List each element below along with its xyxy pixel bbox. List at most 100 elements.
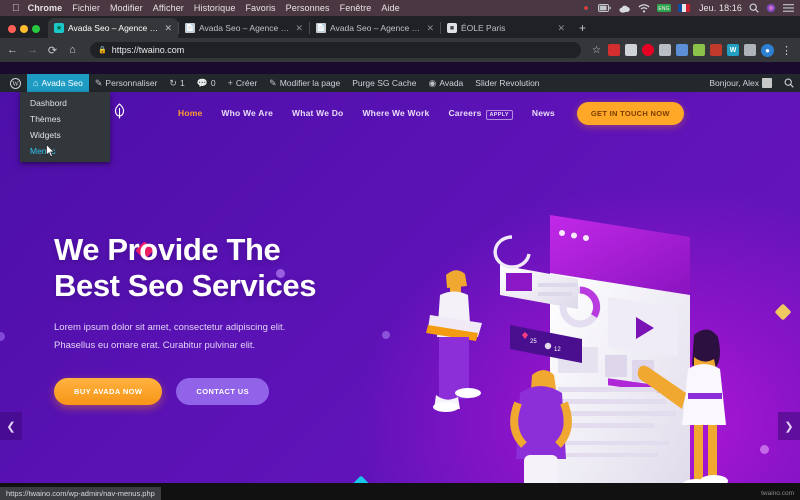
wp-greeting[interactable]: Bonjour, Alex — [703, 74, 778, 92]
profile-avatar[interactable]: ● — [761, 43, 774, 57]
wp-comments[interactable]: 💬 0 — [191, 74, 222, 92]
search-icon[interactable] — [749, 3, 759, 13]
site-nav-links: Home Who We Are What We Do Where We Work… — [178, 108, 555, 120]
nav-link-home[interactable]: Home — [178, 108, 202, 118]
maximize-window-button[interactable] — [32, 25, 40, 33]
dropdown-item-dashbord[interactable]: Dashbord — [20, 95, 110, 111]
menu-historique[interactable]: Historique — [194, 3, 236, 13]
wp-avada[interactable]: ◉ Avada — [422, 74, 469, 92]
menu-chrome[interactable]: Chrome — [28, 3, 63, 13]
dropdown-item-widgets[interactable]: Widgets — [20, 127, 110, 143]
hero-illustration: 25 12 — [400, 197, 800, 483]
wp-edit-page[interactable]: ✎ Modifier la page — [263, 74, 346, 92]
edit-icon: ✎ — [269, 77, 277, 88]
browser-tab-2[interactable]: 📄 Avada Seo – Agence SEO ✕ — [179, 18, 309, 38]
close-tab-icon[interactable]: ✕ — [557, 23, 565, 34]
bookmark-star-icon[interactable]: ☆ — [592, 45, 601, 56]
eole-favicon-icon: ■ — [447, 23, 457, 33]
leaf-icon — [113, 103, 126, 123]
browser-tab-1[interactable]: ★ Avada Seo – Agence SEO ✕ — [48, 18, 178, 38]
grid-extension-icon[interactable] — [659, 44, 671, 56]
wp-updates-count: 1 — [179, 78, 185, 88]
minimize-window-button[interactable] — [20, 25, 28, 33]
address-bar[interactable]: 🔒 https://twaino.com — [90, 42, 582, 58]
hero-heading-line1: We Provide The — [54, 232, 281, 267]
buy-avada-now-button[interactable]: BUY AVADA NOW — [54, 377, 163, 405]
menu-favoris[interactable]: Favoris — [245, 3, 275, 13]
nav-link-news[interactable]: News — [532, 108, 555, 118]
browser-tab-3[interactable]: 📄 Avada Seo – Agence SEO ✕ — [310, 18, 440, 38]
pinterest-extension-icon[interactable] — [642, 44, 654, 56]
highlighter-extension-icon[interactable] — [693, 44, 705, 56]
avada-icon: ◉ — [428, 77, 437, 88]
menu-fichier[interactable]: Fichier — [72, 3, 100, 13]
battery-icon[interactable] — [597, 4, 612, 12]
dropdown-item-themes[interactable]: Thèmes — [20, 111, 110, 127]
flag-icon[interactable] — [677, 4, 690, 12]
get-in-touch-button[interactable]: GET IN TOUCH NOW — [576, 101, 684, 125]
hero-heading: We Provide The Best Seo Services — [54, 232, 384, 305]
reload-button[interactable]: ⟳ — [46, 44, 59, 57]
home-button[interactable]: ⌂ — [66, 44, 79, 56]
wordpress-logo-icon[interactable]: W — [4, 74, 27, 92]
macos-menu-bar:  Chrome Fichier Modifier Afficher Histo… — [0, 0, 800, 16]
menu-personnes[interactable]: Personnes — [286, 3, 330, 13]
dropdown-item-menus[interactable]: Menus — [20, 143, 110, 159]
avada-favicon-icon: ★ — [54, 23, 64, 33]
contact-us-button[interactable]: CONTACT US — [176, 377, 270, 405]
comments-count: 12 — [554, 347, 561, 353]
carousel-next-button[interactable]: ❯ — [778, 412, 800, 440]
lastpass-extension-icon[interactable] — [608, 44, 620, 56]
forward-button[interactable]: → — [26, 44, 39, 56]
avatar — [762, 78, 772, 88]
nav-link-what-we-do[interactable]: What We Do — [292, 108, 343, 118]
svg-text:ENG: ENG — [658, 6, 669, 12]
wp-slider-revolution[interactable]: Slider Revolution — [469, 74, 545, 92]
wordpress-extension-icon[interactable]: W — [727, 44, 739, 56]
wp-greeting-label: Bonjour, Alex — [709, 78, 759, 88]
nav-link-who-we-are[interactable]: Who We Are — [221, 108, 273, 118]
page-favicon-icon: 📄 — [316, 23, 326, 33]
wp-new-content[interactable]: + Créer — [222, 74, 264, 92]
input-source-icon[interactable]: ENG — [656, 4, 671, 12]
download-extension-icon[interactable] — [676, 44, 688, 56]
nav-link-where-we-work[interactable]: Where We Work — [362, 108, 429, 118]
apple-logo-icon[interactable]:  — [12, 3, 20, 14]
close-window-button[interactable] — [8, 25, 16, 33]
exit-extension-icon[interactable] — [744, 44, 756, 56]
address-bar-value: https://twaino.com — [111, 45, 185, 55]
wp-site-name[interactable]: ⌂ Avada Seo — [27, 74, 89, 92]
svg-text:W: W — [12, 80, 19, 88]
back-button[interactable]: ← — [6, 44, 19, 56]
new-tab-button[interactable]: + — [571, 21, 594, 38]
menu-fenetre[interactable]: Fenêtre — [340, 3, 372, 13]
browser-tab-4[interactable]: ■ ÉOLE Paris ✕ — [441, 18, 571, 38]
wp-edit-label: Modifier la page — [279, 78, 341, 88]
pencil-icon: ✎ — [94, 77, 103, 88]
close-tab-icon[interactable]: ✕ — [295, 23, 303, 34]
wp-updates[interactable]: ↻ 1 — [163, 74, 190, 92]
wp-customize[interactable]: ✎ Personnaliser — [89, 74, 164, 92]
browser-toolbar: ← → ⟳ ⌂ 🔒 https://twaino.com ☆ W ● ⋮ — [0, 38, 800, 62]
browser-menu-icon[interactable]: ⋮ — [781, 44, 792, 57]
wp-purge-cache[interactable]: Purge SG Cache — [346, 74, 422, 92]
wp-avada-label: Avada — [439, 78, 464, 88]
wp-search-button[interactable] — [778, 74, 800, 92]
menu-modifier[interactable]: Modifier — [110, 3, 143, 13]
siri-icon[interactable] — [766, 3, 776, 13]
record-icon[interactable] — [581, 3, 591, 13]
tab-title: Avada Seo – Agence SEO — [68, 23, 159, 33]
menu-aide[interactable]: Aide — [381, 3, 399, 13]
close-tab-icon[interactable]: ✕ — [426, 23, 434, 34]
x-extension-icon[interactable] — [710, 44, 722, 56]
browser-tab-strip: ★ Avada Seo – Agence SEO ✕ 📄 Avada Seo –… — [0, 16, 800, 38]
cloud-icon[interactable] — [619, 4, 631, 13]
carousel-prev-button[interactable]: ❮ — [0, 412, 22, 440]
menu-afficher[interactable]: Afficher — [153, 3, 184, 13]
wifi-icon[interactable] — [638, 3, 650, 13]
control-center-icon[interactable] — [783, 4, 794, 12]
close-tab-icon[interactable]: ✕ — [164, 23, 172, 34]
likes-count: 25 — [530, 339, 537, 345]
nav-link-careers[interactable]: Careers APPLY — [448, 108, 513, 120]
cloud-extension-icon[interactable] — [625, 44, 637, 56]
